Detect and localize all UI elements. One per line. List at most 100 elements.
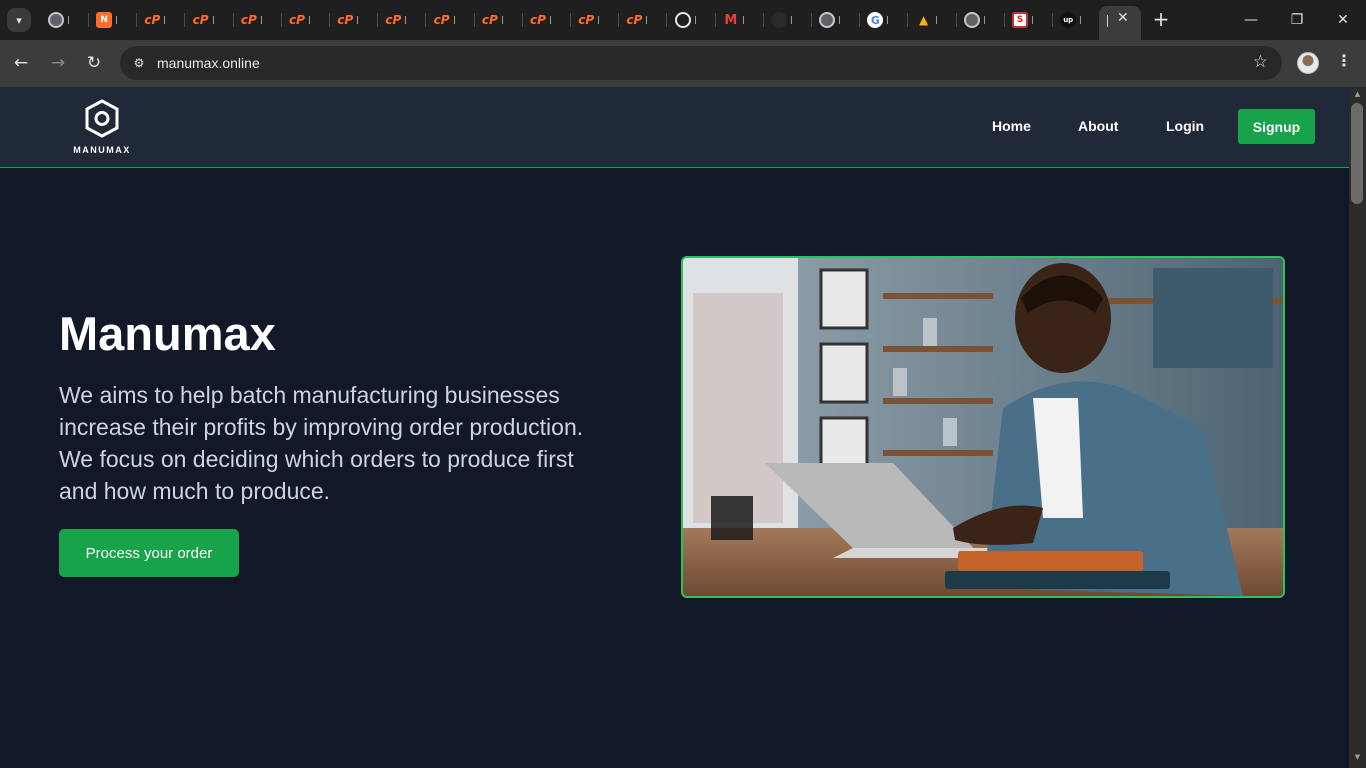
tab-title-fragment <box>1080 16 1083 24</box>
site-logo[interactable]: MANUMAX <box>70 99 134 157</box>
tab-title-fragment <box>1032 16 1035 24</box>
tab-strip: ▾ NcP cP cP cP cP cP cP cP cP cP cP M G ▲ Sup ✕ + — ❐ … <box>0 0 1366 40</box>
tab-title-fragment <box>935 16 939 24</box>
upwork-icon: up <box>1060 12 1077 28</box>
dark-logo-icon <box>771 12 787 28</box>
active-tab[interactable]: ✕ <box>1099 6 1141 40</box>
menu-kebab-icon[interactable]: ⋮ <box>1334 51 1354 75</box>
browser-tab[interactable]: N <box>89 8 138 32</box>
tab-title-fragment <box>742 16 746 24</box>
signup-button[interactable]: Signup <box>1238 109 1315 144</box>
tab-title-fragment <box>453 16 457 24</box>
logo-wordmark: MANUMAX <box>73 145 131 155</box>
browser-tab[interactable]: S <box>1005 8 1053 32</box>
browser-tab[interactable]: cP <box>282 8 330 32</box>
hero-title: Manumax <box>59 307 276 360</box>
browser-tab[interactable]: ▲ <box>909 8 957 32</box>
cpanel-icon: cP <box>289 13 305 27</box>
url-text[interactable]: manumax.online <box>157 55 260 71</box>
tab-title-fragment <box>116 16 119 24</box>
tab-title-fragment <box>646 16 649 24</box>
close-window-button[interactable]: ✕ <box>1320 0 1366 40</box>
browser-tab[interactable]: cP <box>378 8 427 32</box>
tab-title-fragment <box>68 16 71 24</box>
browser-tab[interactable] <box>764 8 812 32</box>
browser-tab[interactable]: G <box>860 8 909 32</box>
nav-home-link[interactable]: Home <box>992 118 1031 134</box>
browser-tab[interactable]: M <box>716 8 764 32</box>
browser-tab[interactable] <box>41 8 89 32</box>
tab-title-fragment <box>309 16 312 24</box>
process-order-button[interactable]: Process your order <box>59 529 239 577</box>
profile-avatar[interactable] <box>1297 52 1319 74</box>
scroll-down-arrow-icon[interactable]: ▼ <box>1353 753 1362 761</box>
globe-icon <box>48 12 64 28</box>
browser-tab[interactable]: cP <box>330 8 379 32</box>
sun-icon: ▲ <box>918 13 929 27</box>
forward-button[interactable]: → <box>45 50 71 76</box>
browser-tab[interactable]: cP <box>186 8 234 32</box>
browser-tab[interactable]: up <box>1053 8 1102 32</box>
browser-toolbar: ← → ↻ ⚙ manumax.online ☆ ⋮ <box>0 40 1366 87</box>
tab-title-fragment <box>839 16 842 24</box>
browser-tab[interactable] <box>812 8 861 32</box>
site-settings-icon[interactable]: ⚙ <box>130 54 148 72</box>
hero-photo <box>681 256 1285 598</box>
cpanel-icon: cP <box>578 13 595 27</box>
browser-tab[interactable]: cP <box>523 8 571 32</box>
browser-tab[interactable]: cP <box>475 8 523 32</box>
cpanel-icon: cP <box>240 13 257 27</box>
browser-tab[interactable]: cP <box>619 8 668 32</box>
reload-button[interactable]: ↻ <box>81 50 107 76</box>
globe-icon <box>819 12 836 28</box>
s-icon: S <box>1012 12 1028 28</box>
n-icon: N <box>96 12 113 28</box>
tab-title-fragment <box>357 16 360 24</box>
tab-title-fragment <box>694 16 698 24</box>
browser-tab[interactable]: cP <box>427 8 475 32</box>
back-button[interactable]: ← <box>8 50 34 76</box>
tab-title-fragment <box>164 16 167 24</box>
cpanel-icon: cP <box>144 13 161 27</box>
tab-title-fragment <box>550 16 553 24</box>
address-bar[interactable]: ⚙ manumax.online ☆ <box>120 46 1282 80</box>
cpanel-icon: cP <box>337 13 354 27</box>
nav-about-link[interactable]: About <box>1078 118 1118 134</box>
cpanel-icon: cP <box>433 13 450 27</box>
browser-tab[interactable] <box>668 8 716 32</box>
browser-tab[interactable]: cP <box>137 8 186 32</box>
browser-tab[interactable]: cP <box>234 8 282 32</box>
cpanel-icon: cP <box>481 13 498 27</box>
restore-button[interactable]: ❐ <box>1274 0 1320 40</box>
hero-description: We aims to help batch manufacturing busi… <box>59 382 584 504</box>
google-icon: G <box>867 12 884 28</box>
cpanel-icon: cP <box>385 13 402 27</box>
minimize-button[interactable]: — <box>1228 0 1274 40</box>
tab-title-fragment <box>260 16 264 24</box>
gmail-icon: M <box>724 12 738 28</box>
page-viewport: MANUMAX Home About Login Signup Manumax … <box>0 87 1349 768</box>
tab-search-button[interactable]: ▾ <box>7 8 31 32</box>
tab-title-fragment <box>791 16 794 24</box>
scroll-thumb[interactable] <box>1351 103 1363 204</box>
browser-tab[interactable]: cP <box>571 8 620 32</box>
globe-icon <box>963 12 980 28</box>
scroll-up-arrow-icon[interactable]: ▲ <box>1353 90 1362 98</box>
bookmark-star-icon[interactable]: ☆ <box>1253 52 1268 72</box>
tab-title-fragment <box>212 16 216 24</box>
cpanel-icon: cP <box>192 13 209 27</box>
tab-title-fragment <box>598 16 601 24</box>
tab-title-fragment <box>405 16 408 24</box>
tab-title-fragment <box>501 16 505 24</box>
close-icon[interactable]: ✕ <box>1117 10 1129 26</box>
page-scrollbar[interactable]: ▲ ▼ <box>1349 87 1366 768</box>
active-tab-favicon <box>1107 15 1108 27</box>
hexagon-logo-icon <box>85 99 119 138</box>
chatgpt-icon <box>674 12 691 28</box>
site-header: MANUMAX Home About Login Signup <box>0 87 1349 168</box>
nav-login-link[interactable]: Login <box>1166 118 1204 134</box>
tab-title-fragment <box>983 16 987 24</box>
browser-tab[interactable] <box>957 8 1005 32</box>
cpanel-icon: cP <box>530 13 546 27</box>
new-tab-button[interactable]: + <box>1150 8 1172 30</box>
